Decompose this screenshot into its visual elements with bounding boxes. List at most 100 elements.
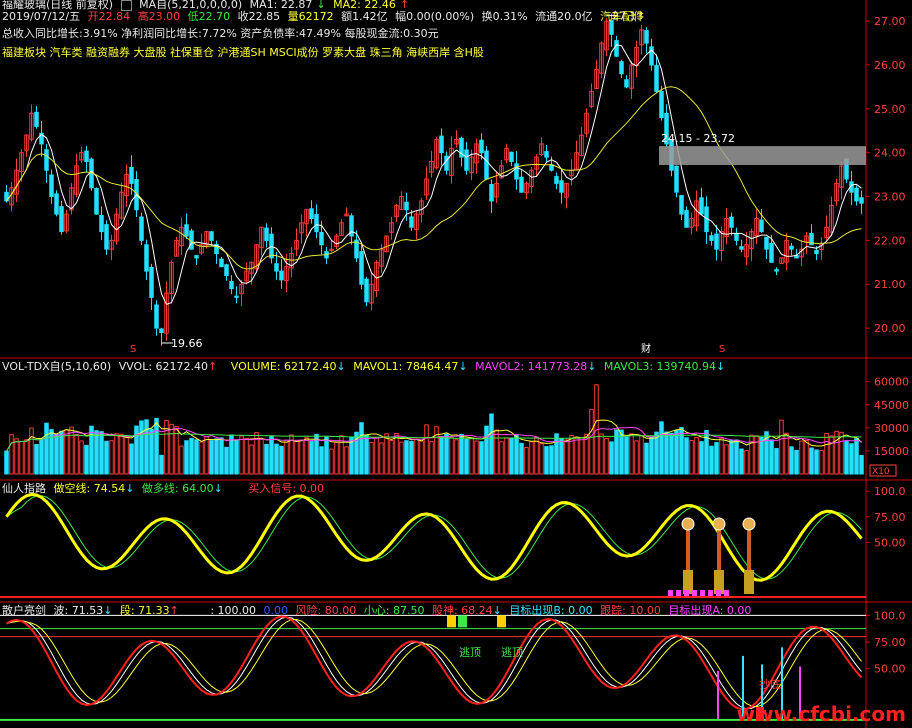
low-label: 19.66 bbox=[171, 337, 203, 350]
signal-mark bbox=[700, 590, 705, 596]
candle-body bbox=[404, 201, 409, 211]
volume-bar bbox=[659, 421, 664, 475]
candle-body bbox=[129, 166, 134, 184]
mavol3-value: MAVOL3: 139740.94 bbox=[603, 360, 717, 373]
volume-bar bbox=[89, 425, 94, 475]
volume-bar bbox=[519, 442, 524, 475]
volume-bar bbox=[404, 440, 409, 475]
y-tick-label: 75.00 bbox=[874, 636, 906, 649]
volume-bar bbox=[844, 441, 849, 475]
candle-body bbox=[519, 176, 524, 193]
fundamentals-row: 总收入同比增长:3.91% 净利润同比增长:7.72% 资产负债率:47.49%… bbox=[2, 27, 439, 40]
volume-bar bbox=[384, 433, 389, 475]
volume-bar bbox=[54, 433, 59, 475]
volume-bar bbox=[749, 434, 754, 475]
volume-bar bbox=[849, 443, 854, 475]
candle-body bbox=[729, 216, 734, 228]
volume-bar bbox=[304, 437, 309, 475]
volume-bar bbox=[24, 439, 29, 475]
candle-body bbox=[264, 227, 269, 241]
volume-bar bbox=[504, 437, 509, 475]
y-tick-label: 50.00 bbox=[874, 663, 906, 676]
quote-close: 收22.85 bbox=[237, 10, 281, 23]
volume-bar bbox=[39, 437, 44, 475]
y-tick-label: 22.00 bbox=[874, 234, 906, 247]
volume-bar bbox=[434, 426, 439, 475]
volume-bar bbox=[399, 441, 404, 475]
volume-bar bbox=[159, 454, 164, 475]
volume-bar bbox=[69, 426, 74, 475]
volume-bar bbox=[824, 433, 829, 475]
xianren-long-line bbox=[6, 495, 862, 580]
volume-bar bbox=[809, 447, 814, 475]
concepts-row[interactable]: 福建板块 汽车类 融资融券 大盘股 社保重仓 沪港通SH MSCI成份 罗素大盘… bbox=[2, 46, 484, 59]
volume-bar bbox=[759, 437, 764, 475]
candle-body bbox=[99, 214, 104, 233]
candle-body bbox=[484, 150, 489, 180]
sanhu-targeta: 目标出现A: 0.00 bbox=[668, 604, 752, 617]
volume-bar bbox=[184, 440, 189, 475]
y-tick-label: 50.00 bbox=[874, 537, 906, 550]
candle-body bbox=[54, 193, 59, 215]
candle-body bbox=[154, 304, 159, 329]
volume-bar bbox=[359, 422, 364, 475]
bottom-label: 抄底 bbox=[759, 677, 781, 691]
sanhu-wave-line bbox=[6, 616, 862, 710]
sanhu-header: 散户亮剑 波: 71.53↓ 段: 71.33↑ : 100.00 0.00 风… bbox=[2, 604, 752, 617]
y-tick-label: 27.00 bbox=[874, 15, 906, 28]
y-tick-label: 100.0 bbox=[874, 609, 906, 622]
candle-body bbox=[219, 258, 224, 268]
candle-body bbox=[774, 269, 779, 272]
volume-bar bbox=[284, 439, 289, 475]
sanhu-risk: 风险: 80.00 bbox=[295, 604, 357, 617]
y-tick-label: 25.00 bbox=[874, 103, 906, 116]
sanhu-heart: 股神: 68.24 bbox=[431, 604, 493, 617]
y-tick-label: 100.0 bbox=[874, 485, 906, 498]
settings-icon[interactable] bbox=[120, 0, 132, 11]
volume-bar bbox=[234, 440, 239, 475]
volume-bar bbox=[4, 450, 9, 475]
volume-bar bbox=[489, 413, 494, 475]
volume-bar bbox=[829, 435, 834, 475]
volume-bar bbox=[119, 433, 124, 475]
ma1-line bbox=[6, 44, 862, 306]
sanhu-100: : 100.00 bbox=[210, 604, 257, 617]
volume-bar bbox=[264, 443, 269, 475]
quote-float: 流通20.0亿 bbox=[535, 10, 593, 23]
candle-body bbox=[699, 197, 704, 215]
volume-bar bbox=[689, 440, 694, 475]
gap-box bbox=[659, 146, 866, 165]
candle-body bbox=[739, 246, 744, 250]
quote-low: 低22.70 bbox=[187, 10, 231, 23]
candle-body bbox=[709, 235, 714, 241]
volume-bar bbox=[94, 430, 99, 475]
volume-bar bbox=[149, 428, 154, 475]
volume-bar bbox=[739, 448, 744, 475]
volume-bar bbox=[154, 417, 159, 475]
volume-bar bbox=[194, 439, 199, 475]
vvol-value: VVOL: 62172.40 bbox=[118, 360, 209, 373]
xianren-short: 做空线: 74.54 bbox=[53, 482, 126, 495]
quote-sector[interactable]: 汽车配件 bbox=[600, 10, 644, 23]
volume-bar bbox=[374, 437, 379, 475]
sanhu-care: 小心: 87.50 bbox=[363, 604, 425, 617]
candle-body bbox=[859, 197, 864, 204]
candle-body bbox=[184, 224, 189, 237]
candle-body bbox=[654, 65, 659, 92]
signal-mark bbox=[692, 590, 697, 596]
volume-bar bbox=[834, 430, 839, 475]
volume-bar bbox=[229, 434, 234, 475]
candle-body bbox=[789, 245, 794, 250]
volume-bar bbox=[639, 435, 644, 475]
volume-bar bbox=[9, 434, 14, 475]
candle-body bbox=[49, 174, 54, 198]
candle-body bbox=[769, 242, 774, 263]
volume-bar bbox=[714, 442, 719, 475]
volume-bar bbox=[494, 429, 499, 475]
sanhu-targetb: 目标出现B: 0.00 bbox=[509, 604, 593, 617]
candle-body bbox=[514, 163, 519, 180]
y-tick-label: 24.00 bbox=[874, 147, 906, 160]
volume-bar bbox=[634, 440, 639, 475]
xianren-long: 做多线: 64.00 bbox=[141, 482, 214, 495]
volume-bar bbox=[419, 440, 424, 475]
